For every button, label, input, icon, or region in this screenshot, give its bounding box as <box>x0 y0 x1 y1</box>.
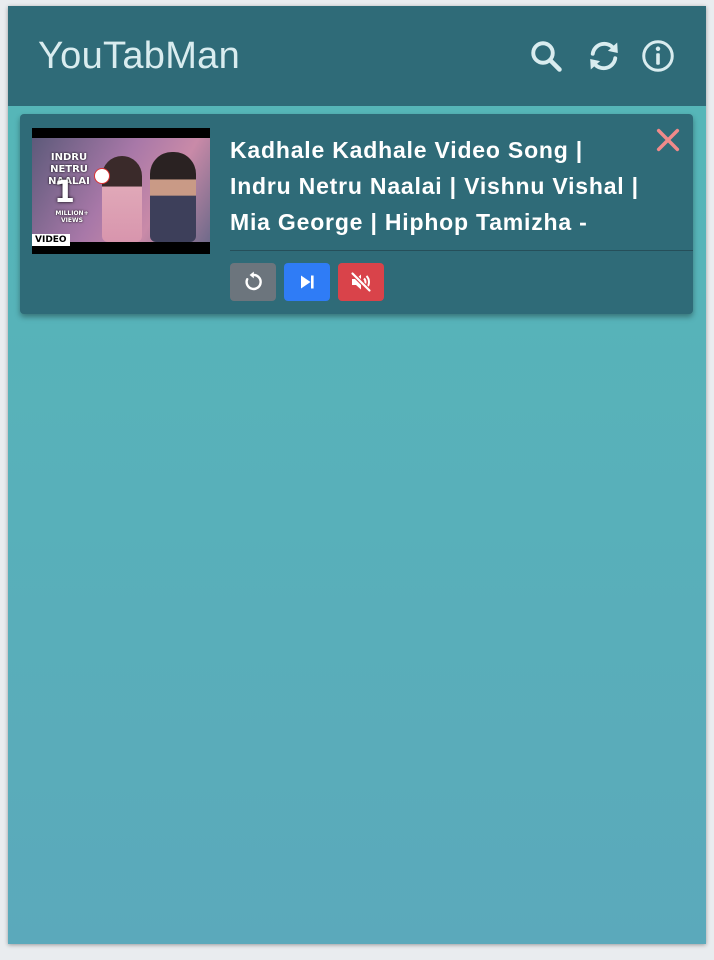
tab-card: INDRU NETRU NAALAI 1 MILLION+ VIEWS VIDE… <box>20 114 693 314</box>
skip-next-button[interactable] <box>284 263 330 301</box>
card-divider <box>230 250 693 251</box>
replay-icon <box>245 271 262 291</box>
thumbnail-overlay-views: MILLION+ VIEWS <box>55 210 89 224</box>
close-icon <box>656 128 680 152</box>
volume-off-icon <box>351 272 371 292</box>
replay-button[interactable] <box>230 263 276 301</box>
thumbnail-image: INDRU NETRU NAALAI 1 MILLION+ VIEWS VIDE… <box>32 138 210 246</box>
app-title: YouTabMan <box>38 35 241 77</box>
mute-button[interactable] <box>338 263 384 301</box>
refresh-button[interactable] <box>584 36 624 76</box>
close-tab-button[interactable] <box>654 126 682 154</box>
thumbnail-figure <box>150 152 196 242</box>
thumbnail-figure <box>102 156 142 242</box>
search-button[interactable] <box>526 36 566 76</box>
popup-window: YouTabMan INDRU NETRU NAALAI 1 MILLION+ … <box>8 6 706 944</box>
app-header: YouTabMan <box>8 6 706 106</box>
refresh-icon <box>590 41 618 71</box>
thumbnail-overlay-count: 1 <box>54 175 75 210</box>
video-thumbnail[interactable]: INDRU NETRU NAALAI 1 MILLION+ VIEWS VIDE… <box>32 128 210 254</box>
info-icon <box>642 40 674 72</box>
thumbnail-badge: VIDEO <box>32 234 70 246</box>
info-button[interactable] <box>638 36 678 76</box>
video-title[interactable]: Kadhale Kadhale Video Song | Indru Netru… <box>230 132 650 240</box>
search-icon <box>531 41 562 72</box>
skip-next-icon <box>301 275 314 289</box>
